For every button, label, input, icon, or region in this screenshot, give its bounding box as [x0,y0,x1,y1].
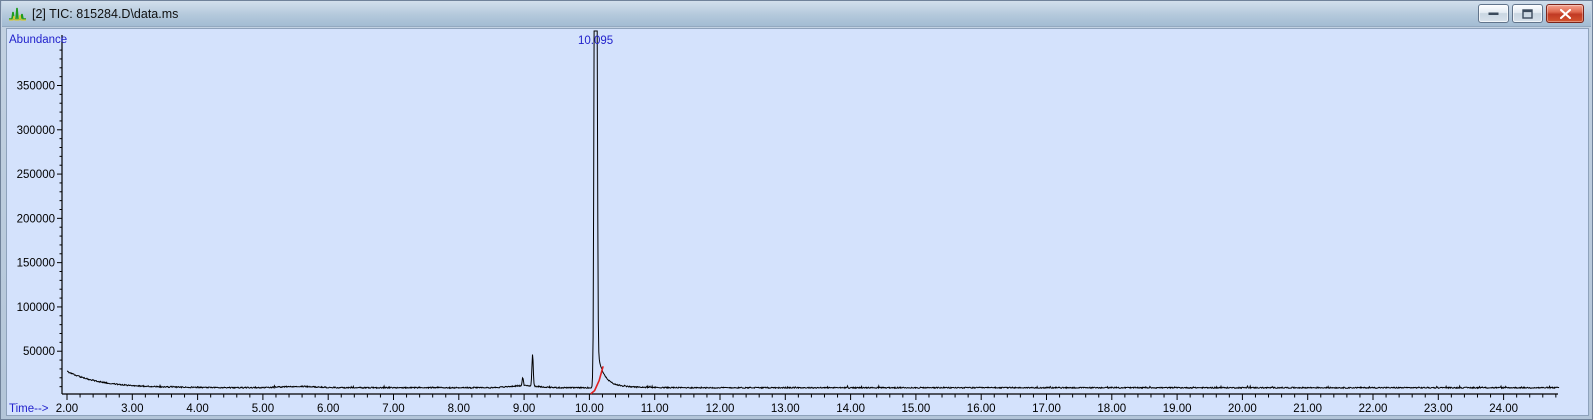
x-tick-label: 9.00 [513,403,535,415]
x-tick-label: 7.00 [382,403,404,415]
x-tick-label: 20.00 [1228,403,1257,415]
x-tick-label: 5.00 [252,403,274,415]
maximize-button[interactable] [1512,4,1543,23]
minimize-button[interactable] [1478,4,1509,23]
x-tick-label: 14.00 [836,403,865,415]
window-title: [2] TIC: 815284.D\data.ms [32,6,179,21]
y-tick-label: 150000 [17,258,55,270]
x-tick-label: 22.00 [1359,403,1388,415]
y-tick-label: 100000 [17,302,55,314]
x-tick-label: 18.00 [1097,403,1126,415]
x-tick-label: 17.00 [1032,403,1061,415]
y-tick-label: 50000 [23,346,55,358]
x-tick-label: 13.00 [771,403,800,415]
x-tick-label: 2.00 [56,403,78,415]
y-tick-label: 200000 [17,213,55,225]
x-tick-label: 10.00 [575,403,604,415]
y-tick-label: 250000 [17,169,55,181]
x-axis-title: Time--> [9,403,49,415]
y-tick-label: 350000 [17,81,55,93]
plot-client-area: 50000 100000 150000 200000 250000 300000 35000… [6,28,1589,416]
x-tick-label: 15.00 [902,403,931,415]
x-tick-label: 3.00 [121,403,143,415]
y-tick-label: 300000 [17,125,55,137]
x-tick-label: 8.00 [448,403,470,415]
x-tick-label: 24.00 [1489,403,1518,415]
x-tick-label: 19.00 [1163,403,1192,415]
chromatogram-app-icon [9,7,26,21]
close-button[interactable] [1546,4,1584,23]
minimize-icon [1488,12,1499,15]
window-controls [1478,4,1584,23]
x-tick-label: 23.00 [1424,403,1453,415]
y-axis-title: Abundance [9,34,67,46]
chromatogram-window: [2] TIC: 815284.D\data.ms 50000 100000 15 [0,0,1593,420]
peak-rt-label: 10.095 [578,35,613,47]
x-tick-label: 6.00 [317,403,339,415]
chromatogram-plot[interactable]: 50000 100000 150000 200000 250000 300000 35000… [7,29,1588,415]
close-icon [1559,8,1571,19]
x-tick-label: 16.00 [967,403,996,415]
x-tick-label: 4.00 [186,403,208,415]
maximize-icon [1522,8,1533,19]
x-tick-label: 12.00 [706,403,735,415]
x-tick-label: 21.00 [1293,403,1322,415]
title-bar[interactable]: [2] TIC: 815284.D\data.ms [2,1,1591,27]
x-tick-label: 11.00 [641,403,669,415]
tic-trace [66,30,1560,390]
